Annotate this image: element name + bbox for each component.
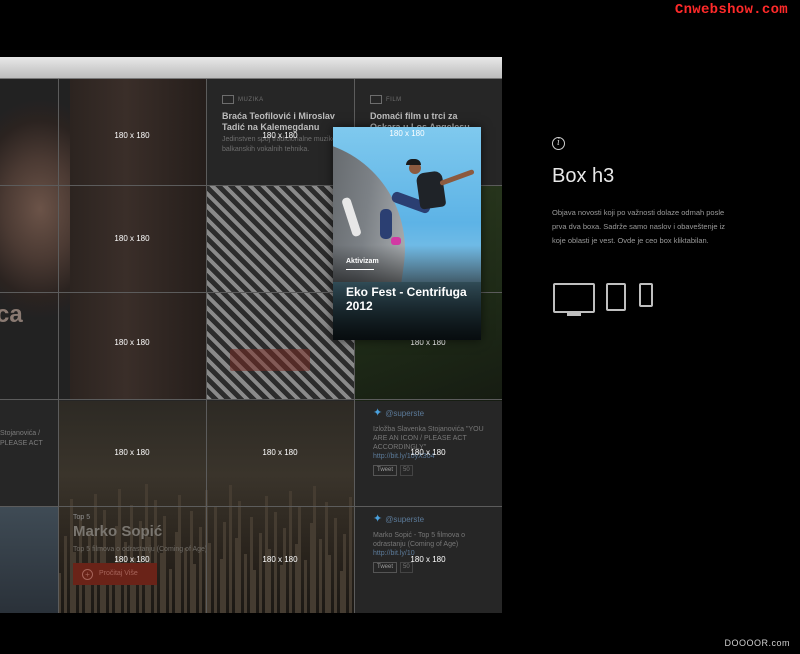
- twitter-icon: ✦: [373, 513, 383, 525]
- featured-card[interactable]: Aktivizam Eko Fest - Centrifuga 2012: [333, 127, 481, 340]
- grid-line: [0, 399, 502, 400]
- info-panel: i Box h3 Objava novosti koji po važnosti…: [552, 137, 732, 248]
- cell-size-label: 180 x 180: [114, 448, 150, 457]
- music-category-icon: [222, 95, 234, 104]
- desktop-stand: [567, 313, 581, 316]
- crowd-hand: [304, 560, 307, 613]
- crowd-hand: [343, 534, 346, 613]
- read-more-button[interactable]: + Pročitaj Više: [73, 563, 157, 585]
- crowd-hand: [319, 539, 322, 613]
- tweet-box-1[interactable]: ✦ @superste Izložba Slavenka Stojanovića …: [373, 407, 493, 476]
- grid-line: [0, 506, 502, 507]
- marko-feature[interactable]: Top 5 Marko Sopić Top 5 filmova o odrast…: [73, 514, 207, 585]
- hero-title-fragment: ca: [0, 301, 23, 328]
- grid-line: [206, 79, 207, 613]
- tweet-button[interactable]: Tweet: [373, 465, 398, 476]
- left-tweet-fragment: Stojanovića / PLEASE ACT: [0, 430, 43, 447]
- news-category: MUZIKA: [238, 97, 264, 104]
- tweet-handle[interactable]: @superste: [385, 409, 424, 418]
- tweet-text: Marko Sopić - Top 5 filmova o odrastanju…: [373, 532, 466, 548]
- news-title: Braća Teofilović i Miroslav Tadić na Kal…: [222, 111, 335, 133]
- phone-icon: [639, 283, 653, 307]
- card-title: Eko Fest - Centrifuga 2012: [346, 285, 467, 313]
- cell-size-label: 180 x 180: [262, 131, 298, 140]
- crowd-hand: [334, 518, 337, 613]
- crowd-hand: [64, 536, 67, 613]
- panel-title: Box h3: [552, 165, 615, 187]
- tablet-icon: [606, 283, 626, 311]
- news-category: FILM: [386, 97, 402, 104]
- crowd-hand: [229, 485, 232, 613]
- card-size-label: 180 x 180: [389, 129, 425, 138]
- read-more-label: Pročitaj Više: [99, 570, 138, 577]
- info-icon: i: [552, 137, 565, 150]
- crowd-hand: [223, 522, 226, 613]
- news-box-music[interactable]: MUZIKA Braća Teofilović i Miroslav Tadić…: [222, 95, 342, 155]
- card-rule: [346, 269, 374, 270]
- skater-shoe: [391, 237, 401, 245]
- crowd-hand: [259, 533, 262, 613]
- watermark-bottom: DOOOOR.com: [724, 638, 790, 648]
- cell-size-label: 180 x 180: [114, 338, 150, 347]
- cell-size-label: 180 x 180: [114, 234, 150, 243]
- crowd-hand: [208, 543, 211, 613]
- card-tag: Aktivizam: [346, 258, 379, 265]
- cell-size-label: 180 x 180: [410, 555, 446, 564]
- crowd-hand: [283, 528, 286, 613]
- skater-cap: [406, 159, 421, 165]
- twitter-icon: ✦: [373, 407, 383, 419]
- cell-size-label: 180 x 180: [262, 555, 298, 564]
- desktop-icon: [553, 283, 595, 313]
- skater-leg: [380, 209, 392, 239]
- plus-icon: +: [82, 569, 93, 580]
- ad-button-ghost: [230, 349, 310, 371]
- crowd-hand: [253, 570, 256, 613]
- marko-pre: Top 5: [73, 514, 91, 521]
- panel-description: Objava novosti koji po važnosti dolaze o…: [552, 208, 726, 245]
- marko-name: Marko Sopić: [73, 523, 163, 540]
- browser-toolbar: [0, 57, 502, 79]
- skater-body: [415, 170, 447, 210]
- cell-size-label: 180 x 180: [114, 131, 150, 140]
- cell-size-label: 180 x 180: [114, 555, 150, 564]
- film-category-icon: [370, 95, 382, 104]
- cell-size-label: 180 x 180: [262, 448, 298, 457]
- marko-sub: Top 5 filmova o odrastanju (Coming of Ag…: [73, 546, 208, 553]
- skater-left-photo: [0, 507, 58, 613]
- tweet-box-2[interactable]: ✦ @superste Marko Sopić - Top 5 filmova o…: [373, 513, 493, 573]
- crowd-hand: [289, 491, 292, 613]
- cell-size-label: 180 x 180: [410, 448, 446, 457]
- tweet-handle[interactable]: @superste: [385, 515, 424, 524]
- tweet-count: 50: [400, 465, 413, 476]
- skater-arm: [439, 168, 475, 187]
- watermark-top: Cnwebshow.com: [674, 2, 788, 18]
